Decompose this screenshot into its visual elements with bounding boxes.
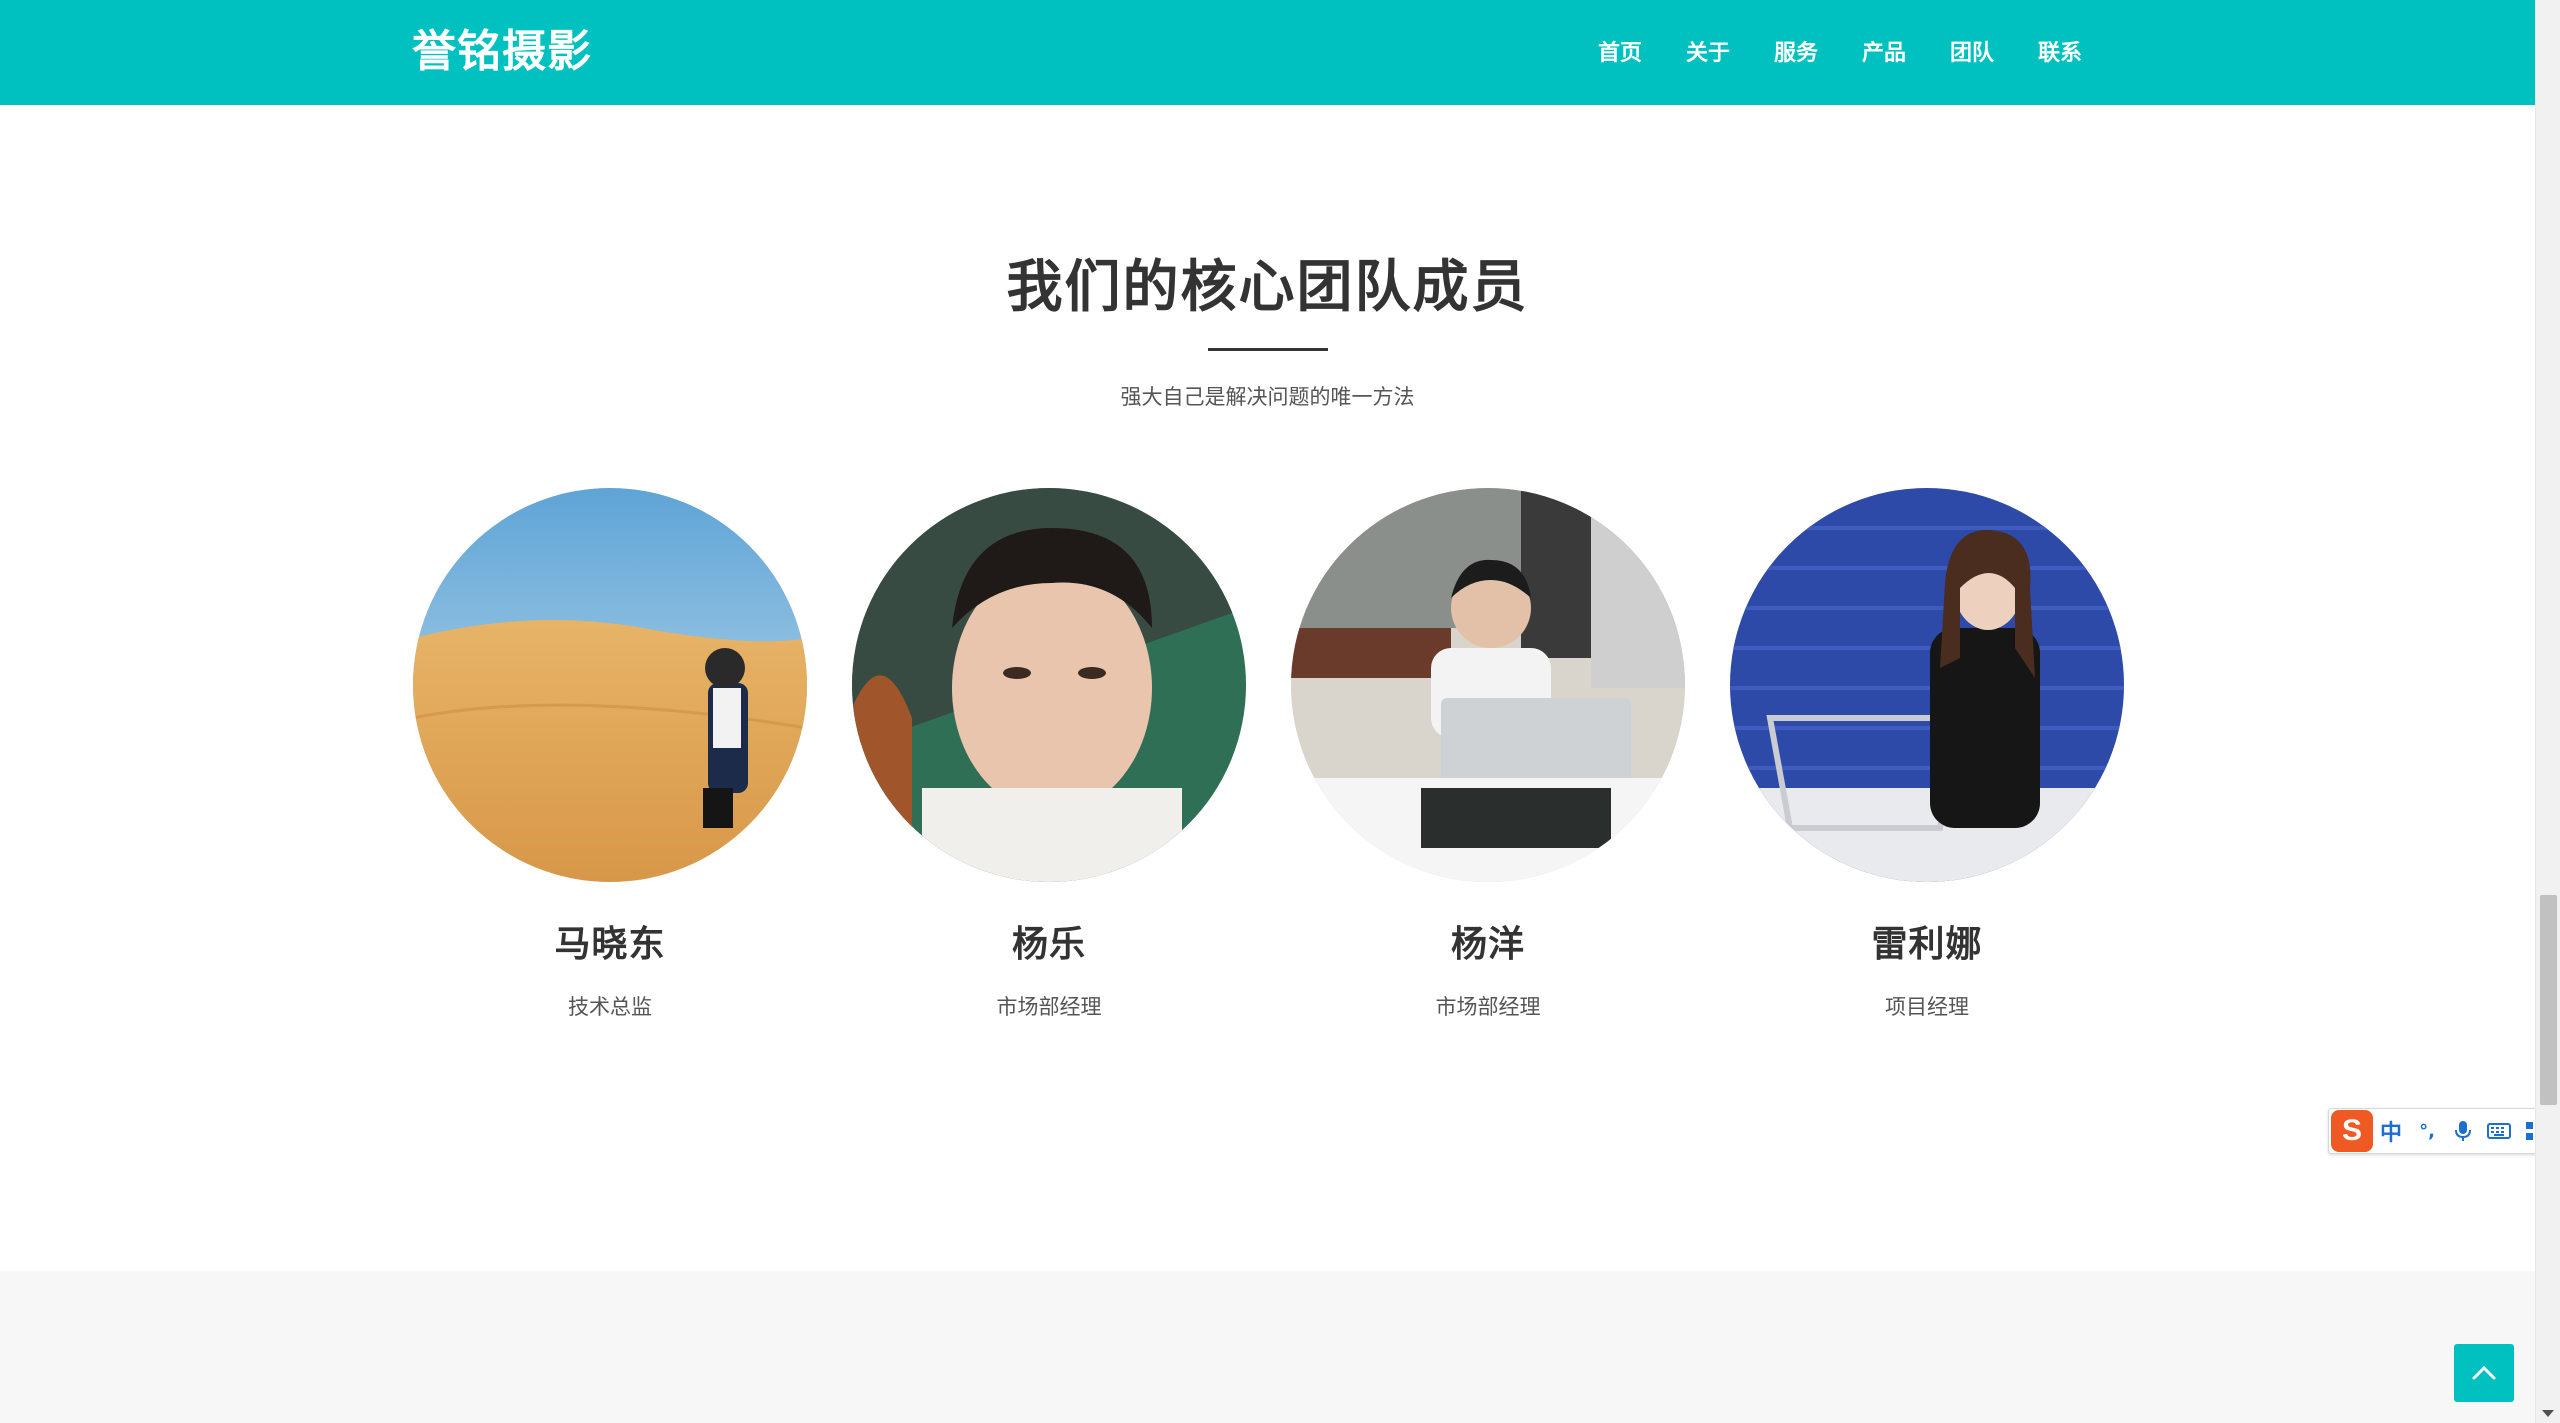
ime-mode-toggle[interactable]: 中: [2373, 1113, 2409, 1149]
footer-section: [0, 1271, 2535, 1423]
nav-about[interactable]: 关于: [1686, 36, 1730, 72]
member-name: 杨洋: [1450, 924, 1525, 965]
team-member-card: 杨洋 市场部经理: [1291, 488, 1685, 1024]
team-member-card: 马晓东 技术总监: [413, 488, 807, 1024]
member-role: 技术总监: [568, 995, 652, 1019]
member-name: 雷利娜: [1871, 924, 1983, 965]
nav-team[interactable]: 团队: [1950, 36, 1994, 72]
team-member-card: 杨乐 市场部经理: [852, 488, 1246, 1024]
member-role: 市场部经理: [1435, 995, 1541, 1019]
page-scrollbar[interactable]: [2535, 0, 2560, 1423]
scroll-down-arrow-icon[interactable]: [2542, 1410, 2554, 1417]
scrollbar-thumb[interactable]: [2540, 895, 2557, 1105]
member-photo-desert: [413, 488, 807, 882]
nav-contact[interactable]: 联系: [2038, 36, 2082, 72]
chevron-up-icon: [2472, 1365, 2496, 1380]
team-member-card: 雷利娜 项目经理: [1730, 488, 2124, 1024]
top-navbar: 誉铭摄影 首页 关于 服务 产品 团队 联系: [0, 0, 2535, 105]
member-role: 市场部经理: [996, 995, 1102, 1019]
brand-logo[interactable]: 誉铭摄影: [412, 22, 592, 82]
keyboard-icon[interactable]: [2481, 1113, 2517, 1149]
section-subtitle: 强大自己是解决问题的唯一方法: [1120, 385, 1415, 409]
ime-toolbar: S 中 °,: [2328, 1108, 2560, 1154]
nav-services[interactable]: 服务: [1774, 36, 1818, 72]
back-to-top-button[interactable]: [2454, 1344, 2514, 1402]
member-photo-cart: [1730, 488, 2124, 882]
ime-logo[interactable]: S: [2331, 1110, 2373, 1152]
nav-products[interactable]: 产品: [1862, 36, 1906, 72]
microphone-icon[interactable]: [2445, 1113, 2481, 1149]
member-name: 马晓东: [554, 924, 666, 965]
member-role: 项目经理: [1885, 995, 1969, 1019]
member-name: 杨乐: [1011, 924, 1086, 965]
title-divider: [1208, 348, 1328, 351]
member-photo-laptop: [1291, 488, 1685, 882]
main-nav: 首页 关于 服务 产品 团队 联系: [1598, 36, 2082, 72]
ime-punctuation-toggle[interactable]: °,: [2409, 1113, 2445, 1149]
section-title: 我们的核心团队成员: [1006, 255, 1529, 320]
member-photo-selfie: [852, 488, 1246, 882]
nav-home[interactable]: 首页: [1598, 36, 1642, 72]
